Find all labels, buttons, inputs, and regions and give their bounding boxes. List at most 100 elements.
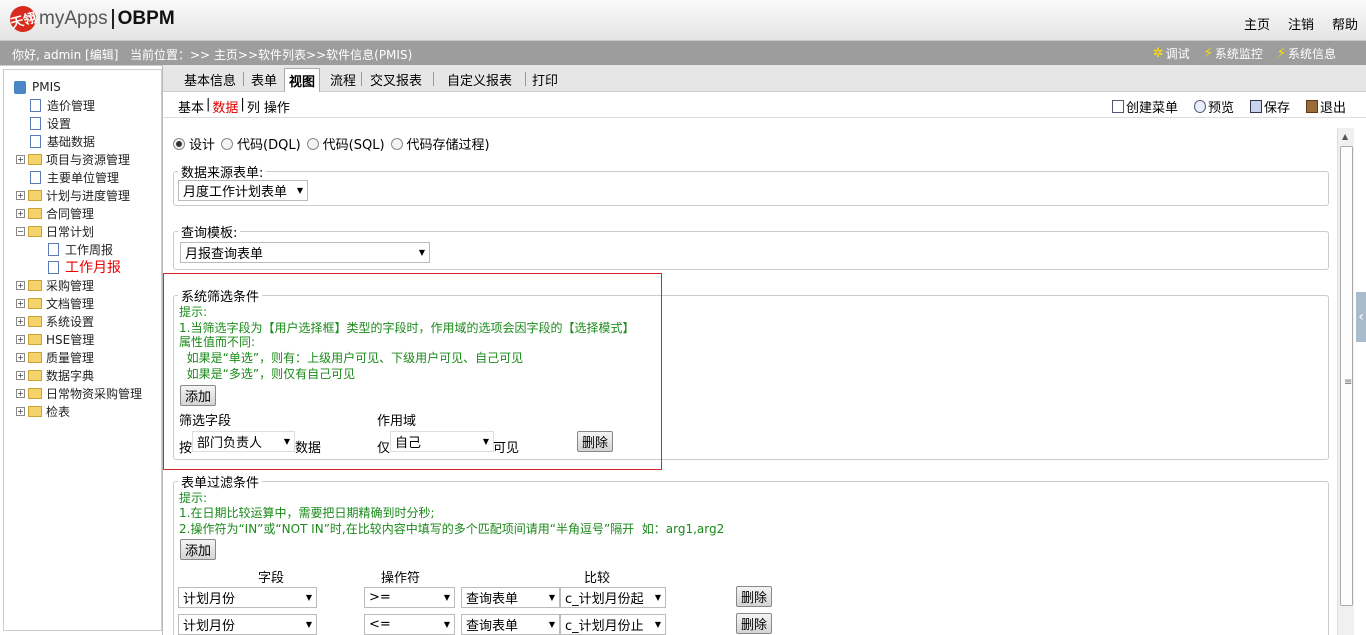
tree-item[interactable]: + 日常物资采购管理 xyxy=(16,384,142,402)
grip-icon: ≡ xyxy=(1344,377,1353,388)
mode-procedure-radio[interactable]: 代码存储过程) xyxy=(390,134,490,153)
expand-icon[interactable]: + xyxy=(16,370,25,380)
tree-item[interactable]: + 检表 xyxy=(16,402,70,420)
expand-icon[interactable]: + xyxy=(16,190,25,200)
filter-row-operator-select[interactable]: <= ▼ xyxy=(364,614,455,635)
tab-divider xyxy=(433,72,434,86)
scrollbar-thumb[interactable]: ≡ xyxy=(1340,146,1353,606)
tree-item-active[interactable]: 工作月报 xyxy=(48,258,121,276)
filter-row-field-select[interactable]: 计划月份 ▼ xyxy=(178,587,317,608)
bug-icon: ✲ xyxy=(1152,46,1164,61)
template-legend: 查询模板: xyxy=(181,226,238,241)
delete-filter-row-button[interactable]: 删除 xyxy=(736,613,773,634)
debug-tool[interactable]: ✲ 调试 xyxy=(1153,45,1190,62)
tab-print[interactable]: 打印 xyxy=(528,70,562,89)
mode-dql-radio[interactable]: 代码(DQL) xyxy=(221,134,301,153)
collapse-panel-tab[interactable]: ‹ xyxy=(1356,292,1366,342)
datasource-select[interactable]: 月度工作计划表单 ▼ xyxy=(178,180,308,201)
tab-basic-info[interactable]: 基本信息 xyxy=(180,70,240,89)
tree-item[interactable]: + 数据字典 xyxy=(16,366,94,384)
exit-button[interactable]: 退出 xyxy=(1305,97,1346,116)
new-document-icon xyxy=(1111,100,1124,113)
main-content: 设计 代码(DQL) 代码(SQL) 代码存储过程) 数据来源表单: 月度工作计… xyxy=(163,118,1337,635)
sysinfo-tool[interactable]: ⚡ 系统信息 xyxy=(1277,45,1336,62)
expand-icon[interactable]: + xyxy=(16,406,25,416)
tree-root[interactable]: PMIS xyxy=(14,78,61,96)
scroll-up-icon[interactable]: ▲ xyxy=(1342,132,1348,141)
tab-divider xyxy=(243,72,244,86)
tree-item[interactable]: + 计划与进度管理 xyxy=(16,186,130,204)
nav-tools: ✲ 调试 ⚡ 系统监控 ⚡ 系统信息 xyxy=(1139,45,1336,62)
vertical-scrollbar[interactable]: ▲ ≡ xyxy=(1337,128,1354,635)
filter-row-field-select[interactable]: 计划月份 ▼ xyxy=(178,614,317,635)
lightning-icon: ⚡ xyxy=(1276,46,1286,61)
subnav-columns[interactable]: 列 xyxy=(247,97,260,116)
tree-item[interactable]: 设置 xyxy=(30,114,71,132)
logo-divider xyxy=(111,9,114,29)
tree-item[interactable]: 基础数据 xyxy=(30,132,95,150)
expand-icon[interactable]: + xyxy=(16,208,25,218)
filter-row-operator-select[interactable]: >= ▼ xyxy=(364,587,455,608)
tab-custom-report[interactable]: 自定义报表 xyxy=(443,70,516,89)
mode-design-radio[interactable]: 设计 xyxy=(173,134,215,153)
filter-row-source-select[interactable]: 查询表单 ▼ xyxy=(461,614,560,635)
sidebar: PMIS 造价管理 设置 基础数据 + 项目与资源管理 主要单位管理 + 计划与进度… xyxy=(0,65,163,635)
create-menu-button[interactable]: 创建菜单 xyxy=(1111,97,1178,116)
chevron-down-icon: ▼ xyxy=(548,593,555,602)
tree-item[interactable]: 工作周报 xyxy=(48,240,113,258)
template-select[interactable]: 月报查询表单 ▼ xyxy=(180,242,430,263)
expand-icon[interactable]: + xyxy=(16,352,25,362)
filter-row-compare-select[interactable]: c_计划月份起 ▼ xyxy=(560,587,666,608)
app-logo[interactable]: 天翎 myApps OBPM xyxy=(7,3,175,35)
tree-item[interactable]: − 日常计划 xyxy=(16,222,94,240)
preview-button[interactable]: 预览 xyxy=(1193,97,1234,116)
folder-icon xyxy=(28,369,42,381)
save-button[interactable]: 保存 xyxy=(1249,97,1290,116)
tree-item[interactable]: 造价管理 xyxy=(30,96,95,114)
tree-item[interactable]: + 质量管理 xyxy=(16,348,94,366)
help-link[interactable]: 帮助 xyxy=(1332,14,1358,33)
filter-row-compare-select[interactable]: c_计划月份止 ▼ xyxy=(560,614,666,635)
tree-item[interactable]: 主要单位管理 xyxy=(30,168,119,186)
user-greeting[interactable]: 你好, admin [编辑] xyxy=(12,46,118,63)
tree-item[interactable]: + 项目与资源管理 xyxy=(16,150,130,168)
expand-icon[interactable]: + xyxy=(16,334,25,344)
folder-icon xyxy=(28,315,42,327)
expand-icon[interactable]: + xyxy=(16,298,25,308)
filter-row-source-select[interactable]: 查询表单 ▼ xyxy=(461,587,560,608)
collapse-icon[interactable]: − xyxy=(16,226,25,236)
logout-link[interactable]: 注销 xyxy=(1288,14,1314,33)
tab-view[interactable]: 视图 xyxy=(284,68,321,92)
tab-form[interactable]: 表单 xyxy=(247,70,281,89)
chevron-left-icon: ‹ xyxy=(1358,309,1364,325)
tree-item[interactable]: + 文档管理 xyxy=(16,294,94,312)
monitor-tool[interactable]: ⚡ 系统监控 xyxy=(1204,45,1263,62)
expand-icon[interactable]: + xyxy=(16,154,25,164)
expand-icon[interactable]: + xyxy=(16,280,25,290)
tab-cross-report[interactable]: 交叉报表 xyxy=(366,70,426,89)
mode-sql-radio[interactable]: 代码(SQL) xyxy=(306,134,385,153)
tree-item[interactable]: + 合同管理 xyxy=(16,204,94,222)
document-icon xyxy=(30,170,41,184)
subnav-basic[interactable]: 基本 xyxy=(178,97,204,116)
tab-flow[interactable]: 流程 xyxy=(326,70,360,89)
home-link[interactable]: 主页 xyxy=(1244,14,1270,33)
radio-unchecked xyxy=(390,137,403,150)
expand-icon[interactable]: + xyxy=(16,388,25,398)
delete-filter-row-button[interactable]: 删除 xyxy=(736,586,773,607)
expand-icon[interactable]: + xyxy=(16,316,25,326)
folder-icon xyxy=(28,153,42,165)
tree-item[interactable]: + 系统设置 xyxy=(16,312,94,330)
action-bar: 创建菜单 预览 保存 退出 xyxy=(1096,97,1346,116)
folder-icon xyxy=(28,297,42,309)
tree-item[interactable]: + HSE管理 xyxy=(16,330,94,348)
tree-item[interactable]: + 采购管理 xyxy=(16,276,94,294)
document-icon xyxy=(30,134,41,148)
subnav-data[interactable]: 数据 xyxy=(212,97,238,116)
add-form-filter-button[interactable]: 添加 xyxy=(180,539,217,560)
folder-icon xyxy=(28,351,42,363)
hint-line: 2.操作符为“IN”或“NOT IN”时,在比较内容中填写的多个匹配项间请用“半… xyxy=(179,522,725,536)
datasource-legend: 数据来源表单: xyxy=(181,166,264,181)
chevron-down-icon: ▼ xyxy=(305,620,312,629)
subnav-actions[interactable]: 操作 xyxy=(264,97,290,116)
